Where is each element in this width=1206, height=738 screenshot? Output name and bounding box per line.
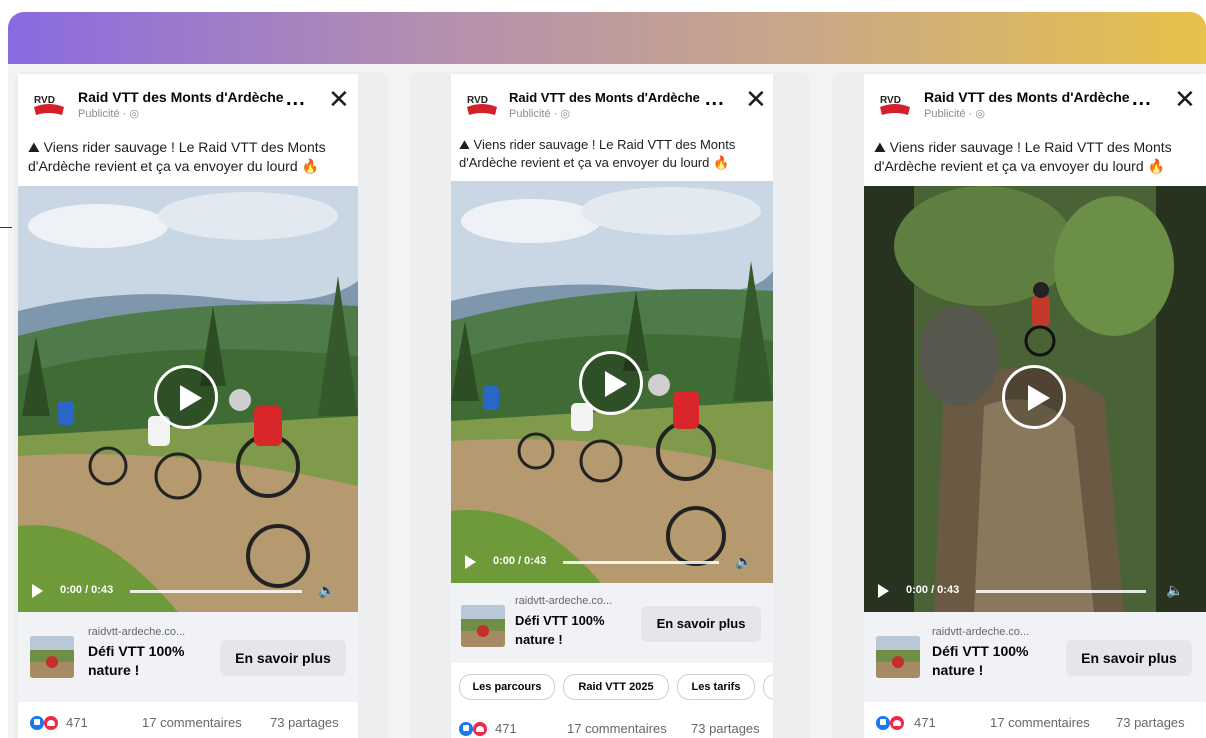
ad-caption: ⛰ Viens rider sauvage ! Le Raid VTT des … (459, 137, 736, 170)
play-icon[interactable] (878, 584, 889, 598)
ad-card-reels: RVD Raid VTT des Monts d'Ardèche Publici… (864, 74, 1206, 738)
like-reaction-icon (30, 716, 44, 730)
close-button[interactable]: ✕ (745, 84, 767, 115)
play-icon[interactable] (32, 584, 43, 598)
header-gradient-banner (8, 12, 1206, 64)
like-reaction-icon (459, 722, 473, 736)
link-thumbnail[interactable] (461, 605, 505, 647)
sponsored-label: Publicité · ◎ (924, 108, 985, 120)
close-button[interactable]: ✕ (328, 84, 350, 115)
play-icon[interactable] (465, 555, 476, 569)
link-thumbnail[interactable] (876, 636, 920, 678)
page-logo-icon: RVD (880, 95, 910, 115)
like-reaction-icon (876, 716, 890, 730)
engagement-bar: 471 17 commentaires 73 partages (451, 708, 773, 738)
play-button[interactable] (579, 351, 643, 415)
more-options-button[interactable]: ... (286, 88, 306, 111)
ad-cta-section: raidvtt-ardeche.co... Défi VTT 100% natur… (864, 612, 1206, 702)
comments-count[interactable]: 17 commentaires (142, 715, 242, 730)
link-domain: raidvtt-ardeche.co... (515, 595, 613, 607)
chip-overflow[interactable] (763, 674, 773, 700)
ad-header: RVD Raid VTT des Monts d'Ardèche Publici… (451, 74, 773, 134)
shares-count[interactable]: 73 partages (691, 721, 760, 736)
link-thumbnail[interactable] (30, 636, 74, 678)
comments-count[interactable]: 17 commentaires (567, 721, 667, 736)
globe-icon: ◎ (975, 108, 985, 120)
link-headline[interactable]: Défi VTT 100% nature ! (932, 642, 1028, 680)
chip-raid-2025[interactable]: Raid VTT 2025 (563, 674, 669, 700)
page-name[interactable]: Raid VTT des Monts d'Ardèche (924, 89, 1130, 105)
reactions-count[interactable]: 471 (495, 721, 517, 736)
globe-icon: ◎ (560, 108, 570, 120)
video-controls: 0:00 / 0:43 🔈 (864, 572, 1206, 612)
ad-video[interactable]: 0:00 / 0:43 🔈 (18, 186, 358, 612)
ad-cta-section: raidvtt-ardeche.co... Défi VTT 100% natur… (18, 612, 358, 702)
more-options-button[interactable]: ... (1132, 88, 1152, 111)
reactions-count[interactable]: 471 (66, 715, 88, 730)
engagement-bar: 471 17 commentaires 73 partages (18, 702, 358, 738)
ad-video[interactable]: 0:00 / 0:43 🔈 (864, 186, 1206, 612)
link-domain: raidvtt-ardeche.co... (88, 626, 186, 638)
learn-more-button[interactable]: En savoir plus (641, 606, 761, 642)
chip-parcours[interactable]: Les parcours (459, 674, 555, 700)
fire-emoji-icon: 🔥 (1147, 158, 1165, 174)
video-time: 0:00 / 0:43 (906, 584, 960, 596)
learn-more-button[interactable]: En savoir plus (1066, 640, 1192, 676)
mute-icon[interactable]: 🔈 (735, 553, 752, 570)
ad-video[interactable]: 0:00 / 0:43 🔈 (451, 181, 773, 583)
progress-bar[interactable] (976, 590, 1146, 593)
more-options-button[interactable]: ... (705, 88, 725, 111)
shares-count[interactable]: 73 partages (1116, 715, 1185, 730)
learn-more-button[interactable]: En savoir plus (220, 640, 346, 676)
engagement-bar: 471 17 commentaires 73 partages (864, 702, 1206, 738)
fire-emoji-icon: 🔥 (301, 158, 319, 174)
page-logo-icon: RVD (34, 95, 64, 115)
ad-cta-section: raidvtt-ardeche.co... Défi VTT 100% natur… (451, 583, 773, 663)
globe-icon: ◎ (129, 108, 139, 120)
mute-icon[interactable]: 🔈 (1166, 582, 1183, 599)
ad-caption: ⛰ Viens rider sauvage ! Le Raid VTT des … (28, 139, 326, 174)
chip-tarifs[interactable]: Les tarifs (677, 674, 755, 700)
mountain-emoji-icon: ⛰ (874, 139, 886, 155)
ad-card-stories: RVD Raid VTT des Monts d'Ardèche Publici… (451, 74, 773, 738)
video-controls: 0:00 / 0:43 🔈 (451, 543, 773, 583)
reactions-count[interactable]: 471 (914, 715, 936, 730)
mountain-emoji-icon: ⛰ (459, 137, 470, 152)
shares-count[interactable]: 73 partages (270, 715, 339, 730)
love-reaction-icon (44, 716, 58, 730)
progress-bar[interactable] (563, 561, 719, 564)
ad-header: RVD Raid VTT des Monts d'Ardèche Publici… (864, 74, 1206, 134)
video-time: 0:00 / 0:43 (60, 584, 114, 596)
play-button[interactable] (154, 365, 218, 429)
close-button[interactable]: ✕ (1174, 84, 1196, 115)
love-reaction-icon (890, 716, 904, 730)
link-domain: raidvtt-ardeche.co... (932, 626, 1030, 638)
comments-count[interactable]: 17 commentaires (990, 715, 1090, 730)
sponsored-label: Publicité · ◎ (78, 108, 139, 120)
page-logo-icon: RVD (467, 95, 497, 115)
divider (0, 227, 12, 228)
play-button[interactable] (1002, 365, 1066, 429)
ad-header: RVD Raid VTT des Monts d'Ardèche Publici… (18, 74, 358, 134)
link-headline[interactable]: Défi VTT 100% nature ! (515, 611, 605, 649)
ad-card-feed: RVD Raid VTT des Monts d'Ardèche Publici… (18, 74, 358, 738)
mountain-emoji-icon: ⛰ (28, 139, 40, 155)
page-name[interactable]: Raid VTT des Monts d'Ardèche (78, 89, 284, 105)
sponsored-label: Publicité · ◎ (509, 108, 570, 120)
video-controls: 0:00 / 0:43 🔈 (18, 572, 358, 612)
video-time: 0:00 / 0:43 (493, 555, 547, 567)
progress-bar[interactable] (130, 590, 302, 593)
page-name[interactable]: Raid VTT des Monts d'Ardèche (509, 90, 700, 105)
fire-emoji-icon: 🔥 (712, 155, 730, 170)
link-headline[interactable]: Défi VTT 100% nature ! (88, 642, 184, 680)
ad-caption: ⛰ Viens rider sauvage ! Le Raid VTT des … (874, 139, 1172, 174)
mute-icon[interactable]: 🔈 (318, 582, 335, 599)
link-chips-row: Les parcours Raid VTT 2025 Les tarifs (451, 674, 773, 700)
love-reaction-icon (473, 722, 487, 736)
